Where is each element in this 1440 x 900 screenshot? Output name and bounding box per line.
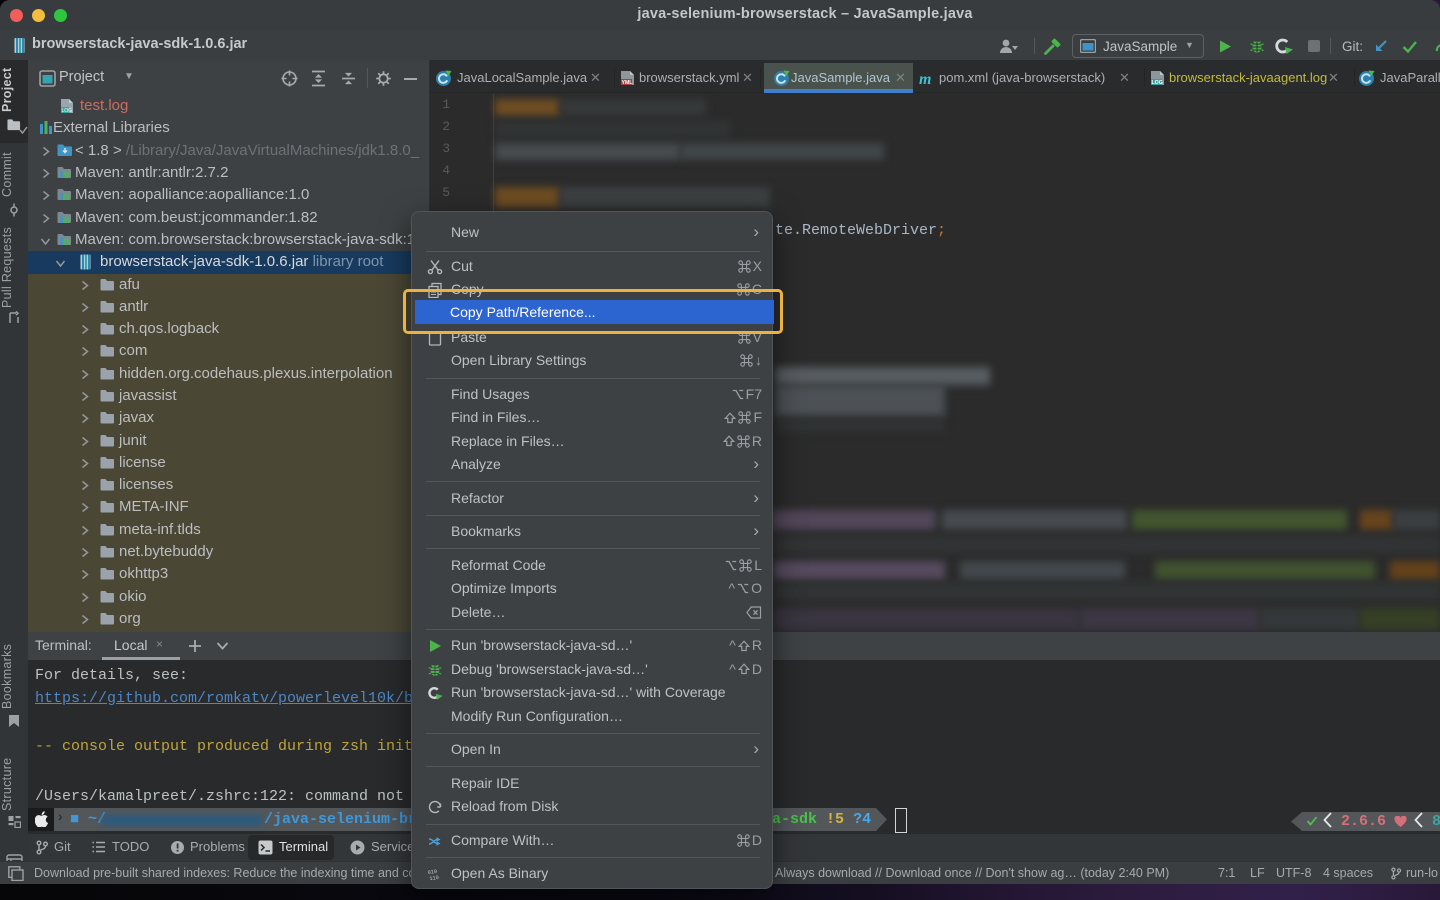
svg-text:LOG: LOG — [62, 108, 73, 114]
svg-text:YML: YML — [622, 80, 634, 86]
svg-text:110: 110 — [429, 875, 439, 882]
svg-text:m: m — [919, 71, 931, 86]
svg-text:LOG: LOG — [1152, 80, 1163, 86]
